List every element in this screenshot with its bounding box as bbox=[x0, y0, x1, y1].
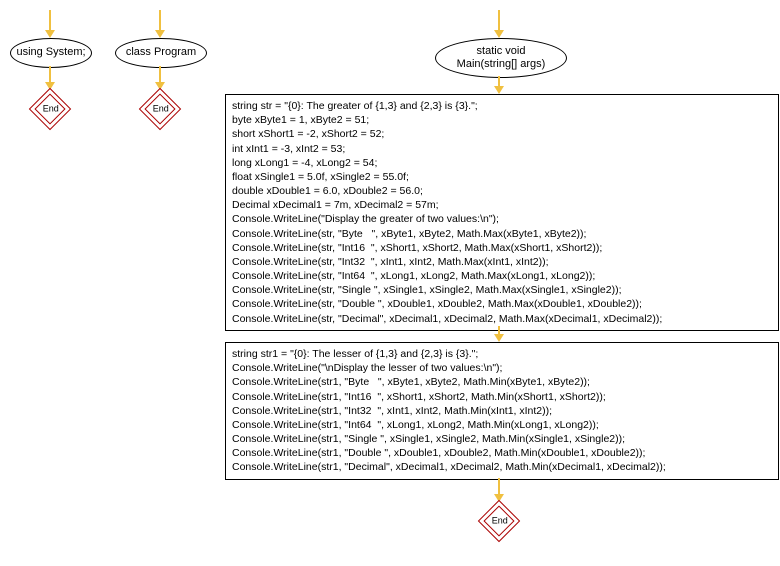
arrow-head-icon bbox=[494, 30, 504, 38]
arrow bbox=[159, 10, 161, 32]
using-system-node: using System; bbox=[10, 38, 92, 68]
arrow-head-icon bbox=[45, 30, 55, 38]
end-label: End bbox=[153, 103, 169, 113]
class-program-node: class Program bbox=[115, 38, 207, 68]
node-label: class Program bbox=[126, 46, 196, 59]
end-node: End bbox=[29, 88, 71, 130]
end-label: End bbox=[492, 515, 508, 525]
node-label: static void Main(string[] args) bbox=[457, 45, 546, 71]
end-label: End bbox=[43, 103, 59, 113]
main-node: static void Main(string[] args) bbox=[435, 38, 567, 78]
arrow-head-icon bbox=[494, 334, 504, 342]
end-node: End bbox=[139, 88, 181, 130]
arrow bbox=[49, 10, 51, 32]
code-block-lesser: string str1 = "{0}: The lesser of {1,3} … bbox=[225, 342, 779, 480]
arrow bbox=[498, 10, 500, 32]
node-label: using System; bbox=[16, 46, 85, 59]
arrow-head-icon bbox=[494, 86, 504, 94]
end-node: End bbox=[478, 500, 520, 542]
arrow-head-icon bbox=[155, 30, 165, 38]
code-block-greater: string str = "{0}: The greater of {1,3} … bbox=[225, 94, 779, 331]
